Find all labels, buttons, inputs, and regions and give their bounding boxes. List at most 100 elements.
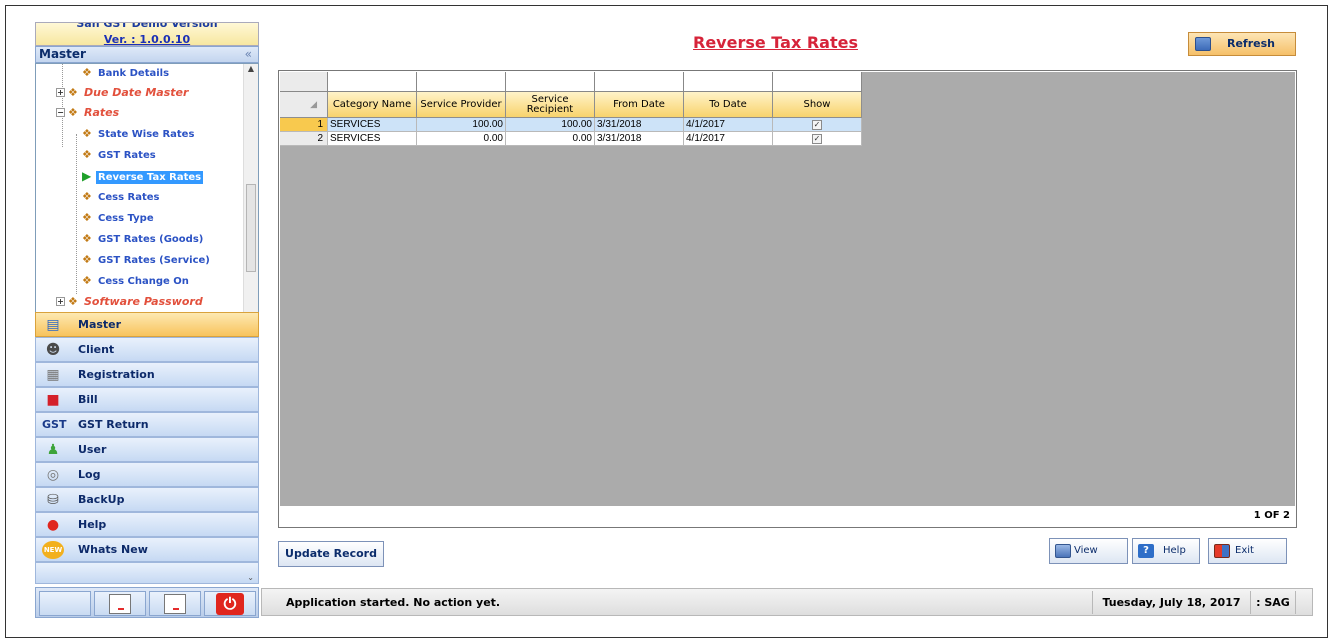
tree-item-state-wise-rates[interactable]: ❖ State Wise Rates — [82, 125, 194, 143]
col-header-category[interactable]: Category Name — [328, 92, 417, 118]
toolbar-calendar-button-1[interactable] — [94, 591, 146, 616]
master-header-label: Master — [39, 47, 86, 61]
cell-show[interactable]: ✓ — [773, 118, 862, 132]
key-folder-icon: ❖ — [68, 86, 78, 99]
toolbar-power-button[interactable]: ⏻ — [204, 591, 256, 616]
tree-scrollbar[interactable]: ▲ ▼ — [243, 64, 258, 331]
calendar-icon — [164, 594, 186, 614]
expand-plus-icon[interactable]: + — [56, 297, 65, 306]
col-header-recipient[interactable]: Service Recipient — [506, 92, 595, 118]
cell-category[interactable]: SERVICES — [328, 118, 417, 132]
show-checkbox[interactable]: ✓ — [812, 134, 822, 144]
key-folder-icon: ❖ — [82, 211, 92, 224]
nav-gst-return-button[interactable]: GST GST Return — [35, 412, 259, 437]
tree-item-bank-details[interactable]: ❖ Bank Details — [82, 64, 169, 82]
nav-log-button[interactable]: ◎ Log — [35, 462, 259, 487]
filter-to-date-input[interactable] — [684, 72, 773, 92]
app-name: Sah GST Demo Version — [76, 22, 218, 30]
filter-category-input[interactable] — [328, 72, 417, 92]
nav-master-button[interactable]: ▤ Master — [35, 312, 259, 337]
collapse-minus-icon[interactable]: − — [56, 108, 65, 117]
scroll-thumb[interactable] — [246, 184, 256, 272]
rates-grid: ◢ Category Name Service Provider Service… — [278, 70, 1297, 528]
key-folder-icon: ❖ — [68, 106, 78, 119]
nav-backup-button[interactable]: ⛁ BackUp — [35, 487, 259, 512]
left-panel: Sah GST Demo Version Ver. : 1.0.0.10 Mas… — [35, 22, 259, 618]
grid-area: ◢ Category Name Service Provider Service… — [280, 72, 1295, 506]
log-disc-icon: ◎ — [46, 467, 60, 483]
filter-row — [280, 72, 862, 92]
cell-recipient[interactable]: 0.00 — [506, 132, 595, 146]
col-header-show[interactable]: Show — [773, 92, 862, 118]
tree-item-software-password[interactable]: + ❖ Software Password — [56, 293, 203, 311]
key-folder-icon: ❖ — [82, 66, 92, 79]
refresh-button[interactable]: Refresh — [1188, 32, 1296, 56]
tree-item-cess-rates[interactable]: ❖ Cess Rates — [82, 188, 159, 206]
filter-recipient-input[interactable] — [506, 72, 595, 92]
nav-overflow-chevron[interactable]: ⌄ — [35, 562, 259, 584]
view-button[interactable]: View — [1049, 538, 1128, 564]
grid-corner-icon[interactable]: ◢ — [280, 92, 328, 118]
key-folder-icon: ❖ — [82, 253, 92, 266]
cell-provider[interactable]: 100.00 — [417, 118, 506, 132]
tree-item-reverse-tax-rates[interactable]: ▶ Reverse Tax Rates — [82, 167, 204, 185]
filter-corner — [280, 72, 328, 92]
exit-door-icon — [1214, 544, 1230, 558]
cell-to-date[interactable]: 4/1/2017 — [684, 132, 773, 146]
tree-item-due-date-master[interactable]: + ❖ Due Date Master — [56, 84, 188, 102]
tree-item-gst-rates-goods[interactable]: ❖ GST Rates (Goods) — [82, 230, 203, 248]
double-chevron-left-icon[interactable]: « — [245, 47, 252, 62]
show-checkbox[interactable]: ✓ — [812, 120, 822, 130]
cell-from-date[interactable]: 3/31/2018 — [595, 118, 684, 132]
cell-provider[interactable]: 0.00 — [417, 132, 506, 146]
tree-item-cess-type[interactable]: ❖ Cess Type — [82, 209, 154, 227]
power-icon: ⏻ — [216, 593, 244, 615]
toolbar-calendar-button-2[interactable] — [149, 591, 201, 616]
filter-show-input[interactable] — [773, 72, 862, 92]
master-section-header[interactable]: Master « — [35, 46, 259, 63]
update-record-button[interactable]: Update Record — [278, 541, 384, 567]
cell-to-date[interactable]: 4/1/2017 — [684, 118, 773, 132]
cell-recipient[interactable]: 100.00 — [506, 118, 595, 132]
tree-item-gst-rates-service[interactable]: ❖ GST Rates (Service) — [82, 251, 210, 269]
help-question-icon: ? — [1138, 544, 1154, 558]
help-button[interactable]: ? Help — [1132, 538, 1200, 564]
version-label: Ver. : 1.0.0.10 — [103, 33, 191, 46]
expand-plus-icon[interactable]: + — [56, 88, 65, 97]
filter-from-date-input[interactable] — [595, 72, 684, 92]
quick-toolbar: ⏻ — [35, 587, 259, 618]
view-window-icon — [1055, 544, 1071, 558]
cell-category[interactable]: SERVICES — [328, 132, 417, 146]
row-number[interactable]: 2 — [280, 132, 328, 146]
page-title: Reverse Tax Rates — [693, 33, 858, 52]
nav-help-button[interactable]: ● Help — [35, 512, 259, 537]
nav-client-button[interactable]: ☻ Client — [35, 337, 259, 362]
toolbar-blank-button[interactable] — [39, 591, 91, 616]
tree-item-gst-rates[interactable]: ❖ GST Rates — [82, 146, 156, 164]
key-folder-icon: ❖ — [82, 148, 92, 161]
row-number[interactable]: 1 — [280, 118, 328, 132]
cell-show[interactable]: ✓ — [773, 132, 862, 146]
nav-registration-button[interactable]: ▦ Registration — [35, 362, 259, 387]
client-person-icon: ☻ — [45, 342, 61, 358]
users-group-icon: ♟ — [46, 442, 60, 458]
tree-item-cess-change-on[interactable]: ❖ Cess Change On — [82, 272, 189, 290]
nav-user-button[interactable]: ♟ User — [35, 437, 259, 462]
table-row[interactable]: 1 SERVICES 100.00 100.00 3/31/2018 4/1/2… — [280, 118, 862, 132]
bill-folder-icon: ■ — [46, 392, 60, 408]
nav-bill-button[interactable]: ■ Bill — [35, 387, 259, 412]
col-header-provider[interactable]: Service Provider — [417, 92, 506, 118]
filter-provider-input[interactable] — [417, 72, 506, 92]
col-header-from-date[interactable]: From Date — [595, 92, 684, 118]
scroll-up-arrow-icon[interactable]: ▲ — [244, 64, 258, 78]
backup-drive-icon: ⛁ — [47, 492, 59, 508]
grid-header-row: ◢ Category Name Service Provider Service… — [280, 92, 862, 118]
exit-button[interactable]: Exit — [1208, 538, 1287, 564]
tree-item-rates[interactable]: − ❖ Rates — [56, 104, 119, 122]
col-header-to-date[interactable]: To Date — [684, 92, 773, 118]
key-folder-icon: ❖ — [82, 232, 92, 245]
gst-logo-icon: GST — [42, 418, 67, 431]
table-row[interactable]: 2 SERVICES 0.00 0.00 3/31/2018 4/1/2017 … — [280, 132, 862, 146]
cell-from-date[interactable]: 3/31/2018 — [595, 132, 684, 146]
nav-whats-new-button[interactable]: NEW Whats New — [35, 537, 259, 562]
